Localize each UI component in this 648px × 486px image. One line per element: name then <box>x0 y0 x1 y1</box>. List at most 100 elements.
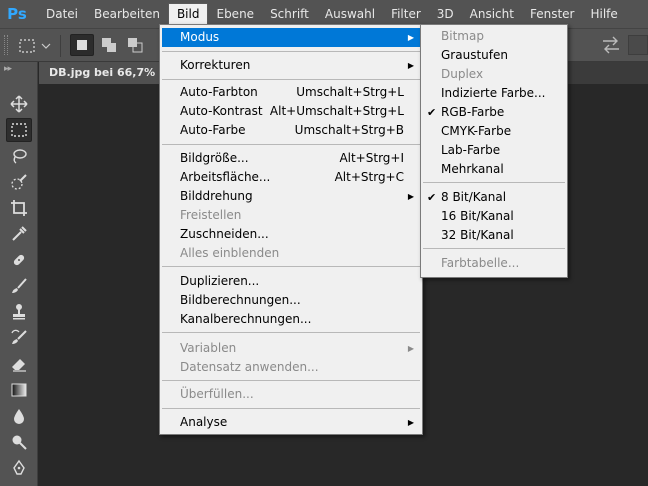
rectangular-marquee-icon[interactable] <box>6 118 32 142</box>
menu-item-mehrkanal[interactable]: Mehrkanal <box>423 160 565 179</box>
menu-item-bildgroesse[interactable]: Bildgröße... Alt+Strg+I <box>162 149 420 168</box>
menu-item-rgb-farbe[interactable]: ✔ RGB-Farbe <box>423 103 565 122</box>
crop-icon[interactable] <box>6 196 32 220</box>
menu-item-label: Datensatz anwenden... <box>180 360 319 374</box>
menu-item-modus[interactable]: Modus ▶ <box>162 28 420 47</box>
panel-collapse-icon[interactable]: ▸▸ <box>4 64 12 74</box>
separator <box>423 248 565 249</box>
menu-item-label: Bildgröße... <box>180 151 249 165</box>
eraser-icon[interactable] <box>6 352 32 376</box>
quick-selection-icon[interactable] <box>6 170 32 194</box>
clone-stamp-icon[interactable] <box>6 300 32 324</box>
menu-ebene[interactable]: Ebene <box>208 3 262 25</box>
separator <box>162 79 420 80</box>
menu-item-farbtabelle: Farbtabelle... <box>423 254 565 273</box>
move-tool-icon[interactable] <box>6 92 32 116</box>
separator <box>162 408 420 409</box>
submenu-arrow-icon: ▶ <box>407 33 414 42</box>
menu-fenster[interactable]: Fenster <box>522 3 583 25</box>
checkmark-icon: ✔ <box>427 191 437 204</box>
subtract-selection-icon <box>128 38 143 53</box>
menu-item-auto-kontrast[interactable]: Auto-Kontrast Alt+Umschalt+Strg+L <box>162 102 420 121</box>
add-to-selection-button[interactable] <box>98 34 120 56</box>
tools-panel: ▸▸ <box>0 62 38 486</box>
document-tab[interactable]: DB.jpg bei 66,7% (RGB/8) <box>39 62 164 84</box>
menu-item-lab-farbe[interactable]: Lab-Farbe <box>423 141 565 160</box>
menu-item-label: Modus <box>180 30 220 44</box>
menu-item-variablen: Variablen ▶ <box>162 339 420 358</box>
menu-item-kanalberechnungen[interactable]: Kanalberechnungen... <box>162 310 420 329</box>
menu-item-label: Überfüllen... <box>180 387 254 401</box>
menu-bearbeiten[interactable]: Bearbeiten <box>86 3 168 25</box>
blur-icon[interactable] <box>6 404 32 428</box>
menu-item-bilddrehung[interactable]: Bilddrehung ▶ <box>162 187 420 206</box>
menu-item-label: 32 Bit/Kanal <box>441 228 514 242</box>
menu-datei[interactable]: Datei <box>38 3 86 25</box>
menu-item-auto-farbton[interactable]: Auto-Farbton Umschalt+Strg+L <box>162 83 420 102</box>
menu-item-label: RGB-Farbe <box>441 105 505 119</box>
tool-preset-picker[interactable] <box>18 37 52 58</box>
menu-item-8-bit[interactable]: ✔ 8 Bit/Kanal <box>423 188 565 207</box>
menu-item-label: Variablen <box>180 341 237 355</box>
menu-item-indizierte-farbe[interactable]: Indizierte Farbe... <box>423 84 565 103</box>
brush-icon[interactable] <box>6 274 32 298</box>
menu-item-label: Freistellen <box>180 208 242 222</box>
menu-item-label: Duplex <box>441 67 484 81</box>
eyedropper-icon[interactable] <box>6 222 32 246</box>
lasso-icon[interactable] <box>6 144 32 168</box>
photoshop-logo: Ps <box>7 5 27 23</box>
menu-item-shortcut: Umschalt+Strg+L <box>296 85 404 99</box>
menu-item-duplizieren[interactable]: Duplizieren... <box>162 272 420 291</box>
submenu-arrow-icon: ▶ <box>407 192 414 201</box>
dodge-icon[interactable] <box>6 430 32 454</box>
modus-submenu: Bitmap Graustufen Duplex Indizierte Farb… <box>420 24 568 278</box>
separator <box>423 182 565 183</box>
new-selection-icon <box>77 40 87 50</box>
submenu-arrow-icon: ▶ <box>407 344 414 353</box>
menu-item-label: Mehrkanal <box>441 162 504 176</box>
menu-schrift[interactable]: Schrift <box>262 3 317 25</box>
menu-bild[interactable]: Bild <box>167 3 209 25</box>
new-selection-button[interactable] <box>70 34 94 56</box>
healing-brush-icon[interactable] <box>6 248 32 272</box>
submenu-arrow-icon: ▶ <box>407 418 414 427</box>
menu-item-bildberechnungen[interactable]: Bildberechnungen... <box>162 291 420 310</box>
menu-filter[interactable]: Filter <box>383 3 429 25</box>
menu-item-datensatz-anwenden: Datensatz anwenden... <box>162 358 420 377</box>
height-field[interactable] <box>628 35 648 55</box>
menu-item-ueberfuellen: Überfüllen... <box>162 385 420 404</box>
subtract-selection-button[interactable] <box>124 34 146 56</box>
menu-3d[interactable]: 3D <box>429 3 462 25</box>
gradient-icon[interactable] <box>6 378 32 402</box>
menu-item-arbeitsflaeche[interactable]: Arbeitsfläche... Alt+Strg+C <box>162 168 420 187</box>
menu-item-shortcut: Alt+Strg+I <box>339 151 404 165</box>
menu-item-label: Graustufen <box>441 48 508 62</box>
menu-item-32-bit[interactable]: 32 Bit/Kanal <box>423 226 565 245</box>
menu-item-auto-farbe[interactable]: Auto-Farbe Umschalt+Strg+B <box>162 121 420 140</box>
menu-item-label: Kanalberechnungen... <box>180 312 312 326</box>
checkmark-icon: ✔ <box>427 106 437 119</box>
menu-item-label: Lab-Farbe <box>441 143 501 157</box>
swap-dimensions-icon[interactable] <box>600 35 622 58</box>
divider <box>60 35 61 57</box>
menu-ansicht[interactable]: Ansicht <box>462 3 522 25</box>
menu-item-cmyk-farbe[interactable]: CMYK-Farbe <box>423 122 565 141</box>
pen-icon[interactable] <box>6 456 32 480</box>
separator <box>162 144 420 145</box>
bild-menu: Modus ▶ Korrekturen ▶ Auto-Farbton Umsch… <box>159 24 423 435</box>
menu-item-label: Bildberechnungen... <box>180 293 301 307</box>
history-brush-icon[interactable] <box>6 326 32 350</box>
menu-item-zuschneiden[interactable]: Zuschneiden... <box>162 225 420 244</box>
menu-item-bitmap: Bitmap <box>423 27 565 46</box>
add-selection-icon <box>102 38 116 52</box>
menu-item-korrekturen[interactable]: Korrekturen ▶ <box>162 56 420 75</box>
separator <box>162 266 420 267</box>
menu-item-16-bit[interactable]: 16 Bit/Kanal <box>423 207 565 226</box>
menu-hilfe[interactable]: Hilfe <box>582 3 625 25</box>
menu-item-graustufen[interactable]: Graustufen <box>423 46 565 65</box>
menu-item-label: Bilddrehung <box>180 189 253 203</box>
menu-item-analyse[interactable]: Analyse ▶ <box>162 413 420 432</box>
menu-item-duplex: Duplex <box>423 65 565 84</box>
menu-auswahl[interactable]: Auswahl <box>317 3 383 25</box>
marquee-preset-icon <box>19 39 51 53</box>
